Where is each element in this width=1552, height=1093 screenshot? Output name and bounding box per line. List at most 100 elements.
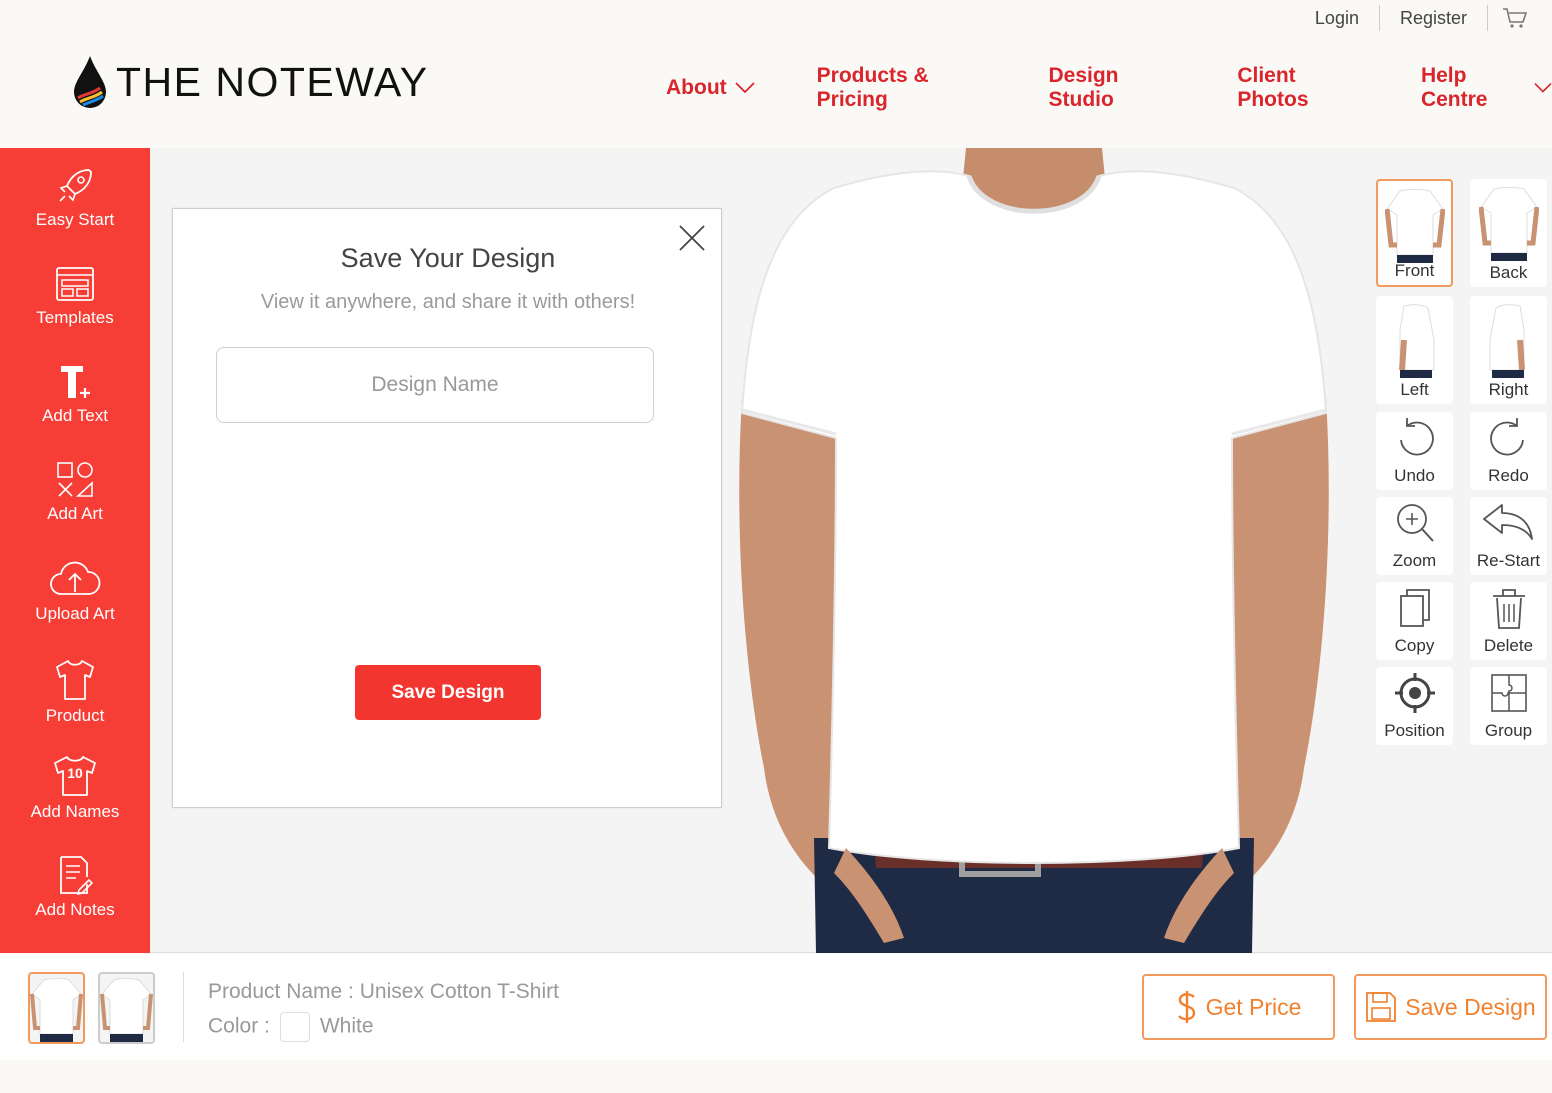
divider bbox=[1487, 5, 1488, 31]
save-design-modal: Save Your Design View it anywhere, and s… bbox=[172, 208, 722, 808]
tool-label: Front bbox=[1394, 261, 1435, 280]
get-price-button[interactable]: Get Price bbox=[1142, 974, 1335, 1040]
restart-button[interactable]: Re-Start bbox=[1470, 497, 1547, 575]
color-swatch[interactable] bbox=[279, 1012, 310, 1042]
view-front-button[interactable]: Front bbox=[1376, 179, 1453, 287]
nav-label: Client Photos bbox=[1237, 64, 1309, 111]
tool-label: Group bbox=[1484, 721, 1533, 740]
tool-label: Right bbox=[1488, 380, 1529, 399]
login-link[interactable]: Login bbox=[1295, 6, 1379, 30]
view-back-button[interactable]: Back bbox=[1470, 179, 1547, 287]
cloud-upload-icon bbox=[50, 561, 101, 595]
shirt-back-thumbnail bbox=[1478, 187, 1539, 261]
undo-button[interactable]: Undo bbox=[1376, 412, 1453, 490]
delete-button[interactable]: Delete bbox=[1470, 582, 1547, 660]
product-bar: Product Name : Unisex Cotton T-Shirt Col… bbox=[0, 954, 1552, 1060]
sidebar-item-label: Add Names bbox=[30, 802, 120, 821]
nav-products-pricing[interactable]: Products & Pricing bbox=[817, 64, 987, 111]
position-button[interactable]: Position bbox=[1376, 667, 1453, 745]
restart-arrow-icon bbox=[1482, 504, 1533, 540]
divider bbox=[183, 972, 184, 1042]
puzzle-icon bbox=[1490, 674, 1527, 712]
sidebar-item-templates[interactable]: Templates bbox=[0, 264, 150, 328]
sidebar-item-label: Easy Start bbox=[35, 210, 115, 229]
save-design-button[interactable]: Save Design bbox=[1354, 974, 1547, 1040]
sidebar-item-add-text[interactable]: Add Text bbox=[0, 362, 150, 426]
nav-label: Design Studio bbox=[1048, 64, 1119, 111]
sidebar-item-add-art[interactable]: Add Art bbox=[0, 460, 150, 524]
nav-design-studio[interactable]: Design Studio bbox=[1049, 64, 1176, 111]
copy-icon bbox=[1399, 589, 1430, 627]
chevron-down-icon bbox=[1534, 82, 1552, 93]
rocket-icon bbox=[59, 169, 92, 202]
text-icon bbox=[61, 366, 90, 398]
tool-label: Left bbox=[1400, 380, 1429, 399]
cart-icon[interactable] bbox=[1502, 6, 1530, 30]
brand-logo[interactable]: THE NOTEWAY bbox=[70, 52, 429, 112]
nav-help-centre[interactable]: Help Centre bbox=[1421, 64, 1552, 111]
sidebar-item-label: Upload Art bbox=[35, 604, 115, 623]
tool-sidebar: Easy Start Templates Add Text Add Art Up… bbox=[0, 148, 150, 953]
shirt-right-thumbnail bbox=[1489, 304, 1525, 378]
redo-icon bbox=[1489, 418, 1524, 456]
sidebar-item-label: Add Text bbox=[42, 406, 108, 425]
product-color: Color : White bbox=[208, 1012, 374, 1042]
product-front-thumbnail[interactable] bbox=[28, 972, 85, 1044]
jersey-number-icon: 10 bbox=[54, 756, 96, 796]
redo-button[interactable]: Redo bbox=[1470, 412, 1547, 490]
chevron-down-icon bbox=[735, 82, 755, 94]
tool-label: Position bbox=[1384, 721, 1445, 740]
notes-icon bbox=[60, 856, 94, 896]
copy-button[interactable]: Copy bbox=[1376, 582, 1453, 660]
sidebar-item-label: Add Notes bbox=[35, 900, 115, 919]
sidebar-item-label: Templates bbox=[36, 308, 114, 327]
sidebar-item-label: Product bbox=[45, 706, 105, 725]
modal-subtitle: View it anywhere, and share it with othe… bbox=[260, 291, 636, 313]
tshirt-icon bbox=[56, 660, 94, 700]
sidebar-item-add-names[interactable]: 10 Add Names bbox=[0, 754, 150, 822]
tool-label: Re-Start bbox=[1476, 551, 1541, 570]
modal-save-design-button[interactable]: Save Design bbox=[355, 665, 541, 720]
shirt-left-thumbnail bbox=[1398, 304, 1434, 378]
tool-label: Copy bbox=[1394, 636, 1435, 655]
main-nav: About Products & Pricing Design Studio C… bbox=[666, 64, 1552, 111]
color-value: White bbox=[319, 1014, 374, 1038]
undo-icon bbox=[1399, 418, 1434, 456]
modal-title: Save Your Design bbox=[340, 243, 556, 273]
view-right-button[interactable]: Right bbox=[1470, 296, 1547, 404]
sidebar-item-product[interactable]: Product bbox=[0, 658, 150, 726]
tshirt-model-image bbox=[739, 148, 1329, 953]
product-name: Product Name : Unisex Cotton T-Shirt bbox=[208, 980, 559, 1004]
get-price-label: Get Price bbox=[1205, 993, 1302, 1020]
tool-label: Back bbox=[1489, 263, 1528, 282]
design-name-input[interactable] bbox=[216, 347, 654, 423]
zoom-icon bbox=[1396, 504, 1434, 542]
view-left-button[interactable]: Left bbox=[1376, 296, 1453, 404]
svg-text:10: 10 bbox=[67, 765, 83, 781]
tool-label: Zoom bbox=[1392, 551, 1437, 570]
register-link[interactable]: Register bbox=[1380, 6, 1487, 30]
tool-label: Undo bbox=[1394, 466, 1435, 485]
zoom-button[interactable]: Zoom bbox=[1376, 497, 1453, 575]
site-header: Login Register THE NOTEWAY About Product… bbox=[0, 0, 1552, 146]
product-back-thumbnail[interactable] bbox=[98, 972, 155, 1044]
shirt-front-thumbnail bbox=[1384, 189, 1445, 263]
crosshair-icon bbox=[1394, 673, 1435, 713]
group-button[interactable]: Group bbox=[1470, 667, 1547, 745]
nav-about[interactable]: About bbox=[666, 70, 755, 106]
trash-icon bbox=[1492, 589, 1525, 629]
template-icon bbox=[56, 267, 94, 301]
nav-client-photos[interactable]: Client Photos bbox=[1237, 64, 1359, 111]
nav-label: Help Centre bbox=[1420, 64, 1488, 111]
sidebar-item-add-notes[interactable]: Add Notes bbox=[0, 854, 150, 920]
color-label: Color : bbox=[208, 1014, 270, 1038]
dollar-icon bbox=[1177, 991, 1195, 1023]
sidebar-item-easy-start[interactable]: Easy Start bbox=[0, 166, 150, 230]
sidebar-item-label: Add Art bbox=[47, 504, 103, 523]
product-name-label: Product Name : bbox=[208, 980, 354, 1003]
nav-label: About bbox=[666, 76, 727, 99]
tool-label: Redo bbox=[1488, 466, 1529, 485]
save-design-label: Save Design bbox=[1405, 993, 1536, 1020]
brand-name: THE NOTEWAY bbox=[116, 59, 429, 105]
sidebar-item-upload-art[interactable]: Upload Art bbox=[0, 558, 150, 624]
